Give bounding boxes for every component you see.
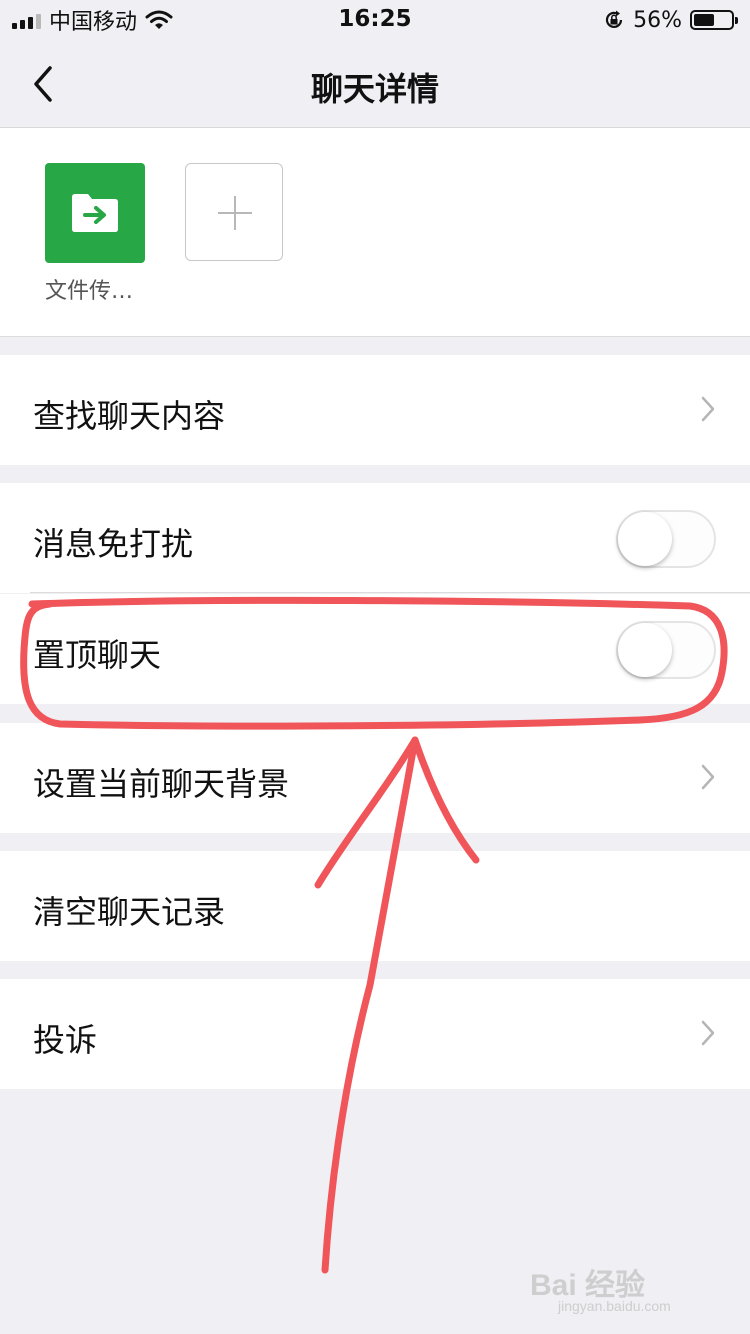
chevron-right-icon [701, 396, 715, 422]
search-chat-content-row[interactable]: 查找聊天内容 [0, 355, 750, 465]
status-bar: 中国移动 16:25 56% [0, 0, 750, 40]
chat-members-section: 文件传… [0, 128, 750, 337]
mute-notifications-row: 消息免打扰 [0, 483, 750, 593]
folder-transfer-icon [72, 194, 118, 232]
clear-chat-history-label: 清空聊天记录 [33, 893, 226, 931]
battery-icon [690, 10, 738, 30]
chevron-right-icon [701, 1020, 715, 1046]
rotation-lock-icon [606, 10, 623, 29]
sticky-on-top-toggle[interactable] [616, 621, 716, 679]
baidu-jingyan-watermark: Bai 经验 jingyan.baidu.com [530, 1260, 710, 1320]
search-chat-content-label: 查找聊天内容 [33, 397, 226, 435]
status-right: 56% [603, 6, 738, 34]
divider [30, 592, 750, 593]
clear-chat-history-row[interactable]: 清空聊天记录 [0, 851, 750, 961]
member-file-transfer[interactable]: 文件传… [45, 163, 145, 305]
sticky-on-top-row: 置顶聊天 [0, 594, 750, 704]
chevron-right-icon [701, 764, 715, 790]
page-title: 聊天详情 [310, 70, 439, 108]
avatar[interactable] [45, 163, 145, 263]
set-chat-background-row[interactable]: 设置当前聊天背景 [0, 723, 750, 833]
report-label: 投诉 [33, 1021, 98, 1059]
sticky-on-top-label: 置顶聊天 [33, 636, 162, 674]
battery-percentage: 56% [633, 7, 682, 33]
set-chat-background-label: 设置当前聊天背景 [33, 765, 290, 803]
member-name: 文件传… [45, 279, 134, 304]
report-row[interactable]: 投诉 [0, 979, 750, 1089]
add-member-button[interactable] [185, 163, 283, 261]
toggle-knob [618, 512, 672, 566]
mute-notifications-label: 消息免打扰 [33, 525, 194, 563]
navigation-bar: 聊天详情 [0, 40, 750, 128]
watermark-url: jingyan.baidu.com [558, 1298, 671, 1314]
toggle-knob [618, 623, 672, 677]
mute-notifications-toggle[interactable] [616, 510, 716, 568]
